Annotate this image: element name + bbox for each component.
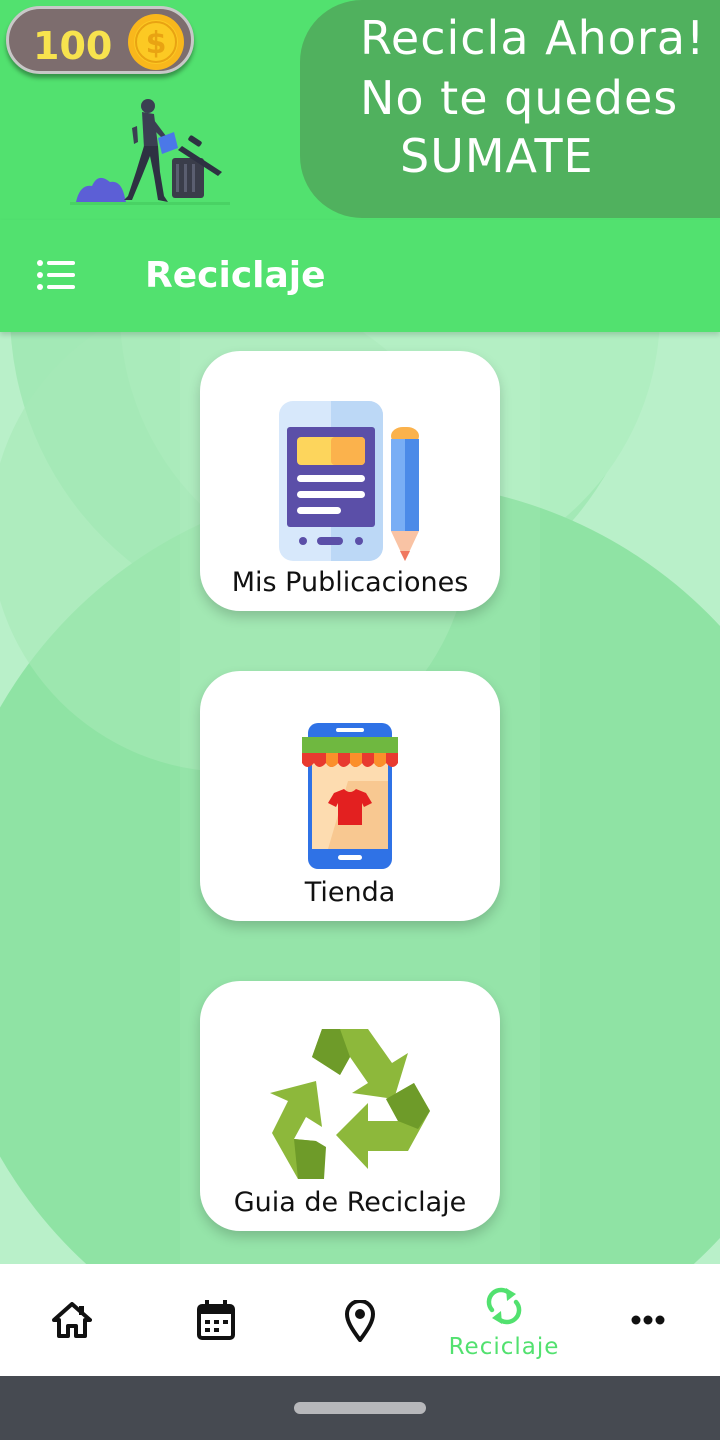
recycling-person-illustration [70,99,230,205]
card-label: Guia de Reciclaje [233,1187,467,1218]
slogan-line-3: SUMATE [400,129,594,183]
coin-balance-badge[interactable]: 100 $ [6,6,194,74]
guia-de-reciclaje-card[interactable]: Guia de Reciclaje [200,981,500,1231]
bottom-navigation: Reciclaje [0,1264,720,1376]
recycle-icon [270,1029,430,1179]
card-label: Mis Publicaciones [231,567,469,598]
nav-label-reciclaje: Reciclaje [448,1334,560,1360]
top-banner: 100 $ Recicla Ahora! No te quedes SUMATE [0,0,720,220]
coin-count: 100 [33,24,113,68]
recycle-sync-icon [486,1287,522,1325]
tienda-card[interactable]: Tienda [200,671,500,921]
nav-more[interactable] [576,1264,720,1376]
more-dots-icon [631,1315,665,1325]
list-menu-icon[interactable] [36,258,76,292]
page-title: Reciclaje [145,255,326,296]
home-gesture-handle[interactable] [294,1402,426,1414]
nav-map[interactable] [288,1264,432,1376]
dollar-coin-icon: $ [128,14,184,70]
mobile-store-icon [302,723,398,869]
svg-text:$: $ [146,26,167,61]
mis-publicaciones-card[interactable]: Mis Publicaciones [200,351,500,611]
main-content: Mis Publicaciones Tienda Guia de Recicla… [0,332,720,1264]
system-navigation-bar [0,1376,720,1440]
app-bar: Reciclaje [0,220,720,332]
slogan-line-1: Recicla Ahora! [360,11,706,65]
slogan-line-2: No te quedes [360,71,679,125]
home-icon [52,1302,92,1338]
calendar-icon [197,1300,235,1340]
map-pin-icon [345,1300,375,1342]
nav-reciclaje[interactable]: Reciclaje [432,1264,576,1376]
phone-document-pencil-icon [279,401,419,561]
nav-home[interactable] [0,1264,144,1376]
card-label: Tienda [304,877,396,908]
nav-calendar[interactable] [144,1264,288,1376]
slogan-banner: Recicla Ahora! No te quedes SUMATE [300,0,720,218]
